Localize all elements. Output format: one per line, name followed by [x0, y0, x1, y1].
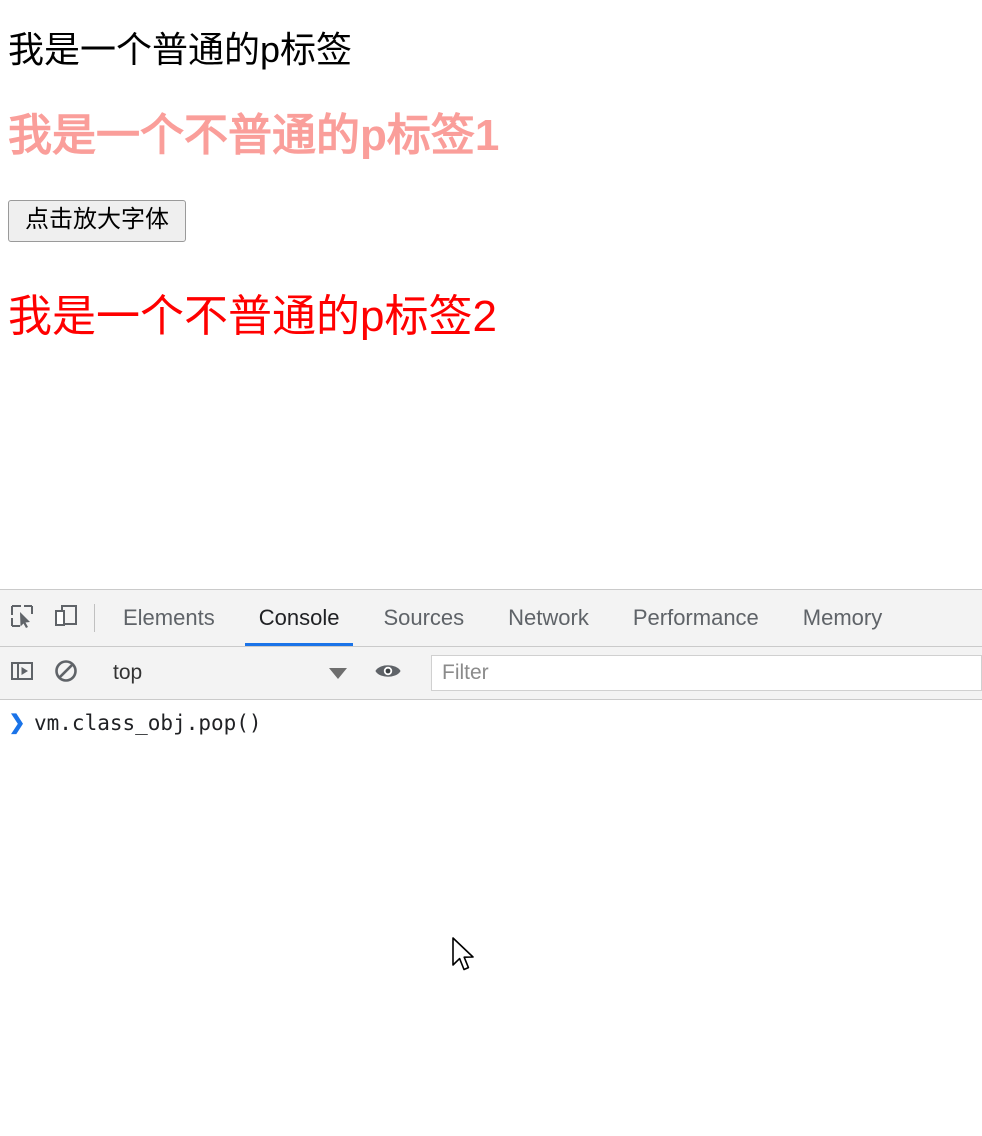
- tab-sources[interactable]: Sources: [361, 590, 486, 646]
- execution-context-selector[interactable]: top: [101, 661, 353, 685]
- tab-sources-label: Sources: [383, 605, 465, 630]
- tab-performance-label: Performance: [632, 605, 759, 630]
- console-message-area[interactable]: ❯ vm.class_obj.pop(): [0, 700, 982, 1135]
- clear-console-icon: [53, 658, 79, 689]
- tab-network-label: Network: [508, 605, 589, 630]
- tab-memory-label: Memory: [802, 605, 883, 630]
- eye-icon: [374, 660, 402, 687]
- device-toolbar-button[interactable]: [44, 590, 88, 646]
- inspect-element-icon: [9, 603, 35, 634]
- paragraph-pink: 我是一个不普通的p标签1: [8, 111, 500, 160]
- mouse-cursor-arrow-pointer: [452, 937, 478, 980]
- chevron-down-icon: [329, 667, 347, 679]
- devtools-tabbar: Elements Console Sources Network Perform…: [0, 590, 982, 647]
- execution-context-label: top: [113, 661, 143, 684]
- clear-console-button[interactable]: [44, 658, 88, 689]
- tab-console[interactable]: Console: [237, 590, 362, 646]
- console-prompt-row[interactable]: ❯ vm.class_obj.pop(): [0, 700, 982, 739]
- toolbar-divider: [94, 604, 95, 632]
- enlarge-font-button[interactable]: 点击放大字体: [8, 200, 186, 242]
- tab-elements[interactable]: Elements: [101, 590, 237, 646]
- tab-network[interactable]: Network: [486, 590, 611, 646]
- console-sidebar-toggle-icon: [9, 658, 35, 689]
- tab-elements-label: Elements: [123, 605, 215, 630]
- tab-console-label: Console: [258, 605, 340, 630]
- tab-performance[interactable]: Performance: [611, 590, 781, 646]
- paragraph-red: 我是一个不普通的p标签2: [8, 292, 497, 341]
- tab-memory[interactable]: Memory: [781, 590, 904, 646]
- console-filter-input[interactable]: [431, 655, 982, 691]
- devtools-tab-list: Elements Console Sources Network Perform…: [101, 590, 982, 646]
- live-expression-button[interactable]: [366, 660, 410, 687]
- page-viewport: 我是一个普通的p标签 我是一个不普通的p标签1 点击放大字体 我是一个不普通的p…: [0, 0, 982, 589]
- inspect-element-button[interactable]: [0, 590, 44, 646]
- devtools-panel: Elements Console Sources Network Perform…: [0, 589, 982, 1136]
- console-sidebar-toggle-button[interactable]: [0, 658, 44, 689]
- device-toolbar-icon: [53, 603, 79, 634]
- console-toolbar: top: [0, 647, 982, 700]
- console-prompt-input[interactable]: vm.class_obj.pop(): [34, 708, 262, 738]
- console-prompt-chevron-icon: ❯: [8, 712, 26, 734]
- paragraph-plain: 我是一个普通的p标签: [8, 29, 353, 70]
